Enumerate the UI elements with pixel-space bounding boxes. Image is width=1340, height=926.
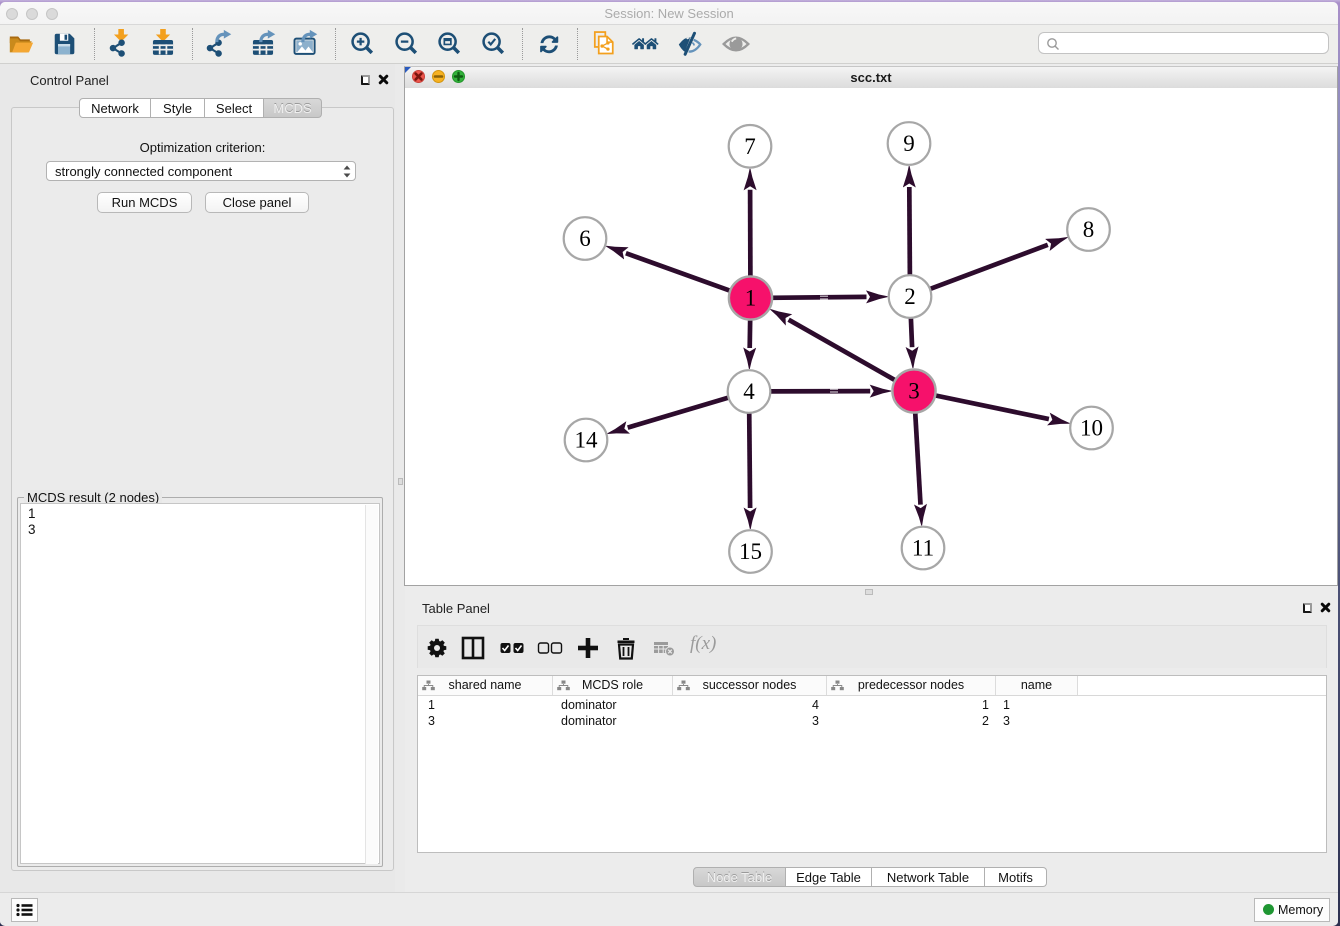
svg-text:4: 4 [743,379,755,404]
svg-text:14: 14 [575,428,599,453]
svg-text:1: 1 [745,286,757,311]
svg-text:10: 10 [1080,416,1103,441]
svg-text:8: 8 [1083,217,1095,242]
svg-text:11: 11 [912,536,934,561]
svg-text:15: 15 [739,539,762,564]
svg-text:2: 2 [904,284,916,309]
svg-text:9: 9 [903,131,915,156]
svg-text:7: 7 [744,134,756,159]
svg-text:3: 3 [908,379,920,404]
svg-text:6: 6 [579,226,591,251]
